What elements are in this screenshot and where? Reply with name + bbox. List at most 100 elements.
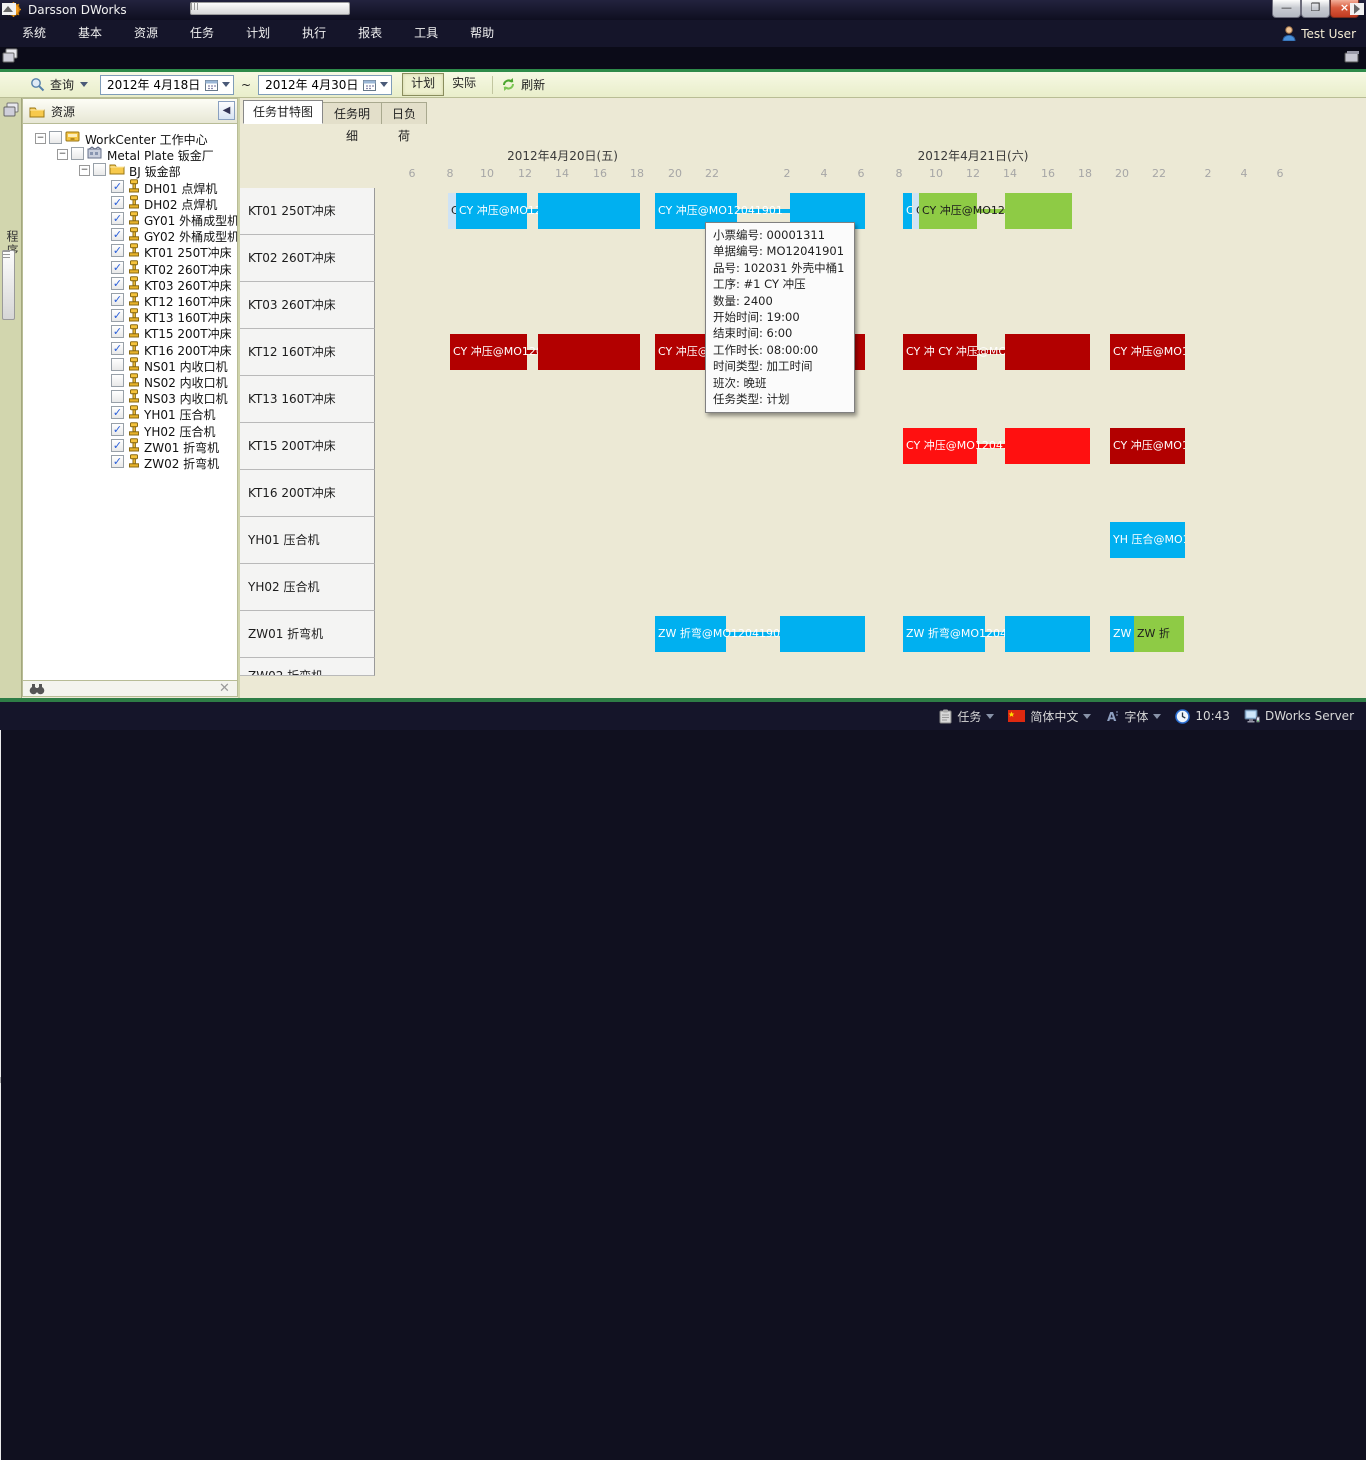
tree-expander-icon[interactable]: − [35,133,46,144]
row-header-KT03[interactable]: KT03 260T冲床 [240,282,375,329]
tree-checkbox[interactable]: ✓ [111,325,124,338]
gantt-tab-2[interactable]: 任务明细 [322,102,382,124]
vertical-scroll-thumb[interactable] [2,250,15,320]
tree-checkbox[interactable] [49,131,62,144]
row-header-KT13[interactable]: KT13 160T冲床 [240,376,375,423]
tree-item-NS01[interactable]: NS01 内收口机 [23,357,238,373]
task-bar[interactable]: CY 冲压@MO12041902 [919,193,977,229]
find-icon[interactable] [29,683,45,695]
task-bar[interactable]: C [448,193,456,229]
date-to-dropdown-icon[interactable] [380,82,388,87]
tree-item-KT02[interactable]: ✓KT02 260T冲床 [23,260,238,276]
task-bar[interactable]: ZW [1110,616,1134,652]
tree-item-KT01[interactable]: ✓KT01 250T冲床 [23,243,238,259]
tree-checkbox[interactable]: ✓ [111,228,124,241]
task-bar[interactable] [538,334,640,370]
row-header-KT01[interactable]: KT01 250T冲床 [240,188,375,235]
tree-item-NS03[interactable]: NS03 内收口机 [23,389,238,405]
tree-item-KT13[interactable]: ✓KT13 160T冲床 [23,308,238,324]
tree-checkbox[interactable]: ✓ [111,406,124,419]
tree-checkbox[interactable]: ✓ [111,293,124,306]
menu-item-5[interactable]: 计划 [230,20,286,47]
row-header-KT02[interactable]: KT02 260T冲床 [240,235,375,282]
task-bar[interactable] [1005,193,1072,229]
task-bar[interactable]: CY 冲压@MO12041901 [456,193,527,229]
tree-item-WorkCenter[interactable]: −WorkCenter 工作中心 [23,130,238,146]
tree-checkbox[interactable]: ✓ [111,309,124,322]
tree-checkbox[interactable]: ✓ [111,423,124,436]
tree-checkbox[interactable]: ✓ [111,180,124,193]
task-bar[interactable]: CY 冲压@MO12041904 [450,334,527,370]
status-item-clock[interactable]: 10:43 [1175,709,1230,724]
date-from-field[interactable]: 2012年 4月18日 [100,75,234,95]
tree-checkbox[interactable]: ✓ [111,342,124,355]
status-item-task[interactable]: 任务 [939,708,994,725]
tree-checkbox[interactable]: ✓ [111,277,124,290]
menu-item-8[interactable]: 工具 [398,20,454,47]
tree-checkbox[interactable] [111,374,124,387]
task-bar[interactable]: CY 冲压@MO12041903 [903,428,977,464]
tree-item-YH01[interactable]: ✓YH01 压合机 [23,405,238,421]
tree-item-BJ[interactable]: −BJ 钣金部 [23,162,238,178]
task-bar[interactable]: CY 冲压@MO1 [1110,334,1185,370]
task-bar[interactable]: ZW 折 [1134,616,1184,652]
date-from-dropdown-icon[interactable] [222,82,230,87]
task-bar[interactable] [780,616,865,652]
plan-toggle-button[interactable]: 计划 [402,73,444,96]
status-item-server[interactable]: DWorks Server [1244,709,1354,723]
task-bar[interactable]: YH 压合@MO1 [1110,522,1185,558]
horizontal-scroll-thumb[interactable] [190,2,350,15]
menu-item-6[interactable]: 执行 [286,20,342,47]
menu-item-3[interactable]: 资源 [118,20,174,47]
task-bar[interactable] [1005,616,1090,652]
menu-item-9[interactable]: 帮助 [454,20,510,47]
panel-collapse-button[interactable]: ◀ [218,101,235,120]
tree-expander-icon[interactable]: − [57,149,68,160]
tree-checkbox[interactable]: ✓ [111,212,124,225]
task-bar[interactable]: CY 冲 CY 冲压@MO12041904 [903,334,977,370]
tree-checkbox[interactable] [111,358,124,371]
dropdown-caret-icon[interactable] [1083,714,1091,719]
menu-item-2[interactable]: 基本 [62,20,118,47]
search-dropdown-icon[interactable] [80,82,88,87]
task-bar[interactable] [538,193,640,229]
dropdown-caret-icon[interactable] [986,714,994,719]
tree-item-DH01[interactable]: ✓DH01 点焊机 [23,179,238,195]
tree-item-NS02[interactable]: NS02 内收口机 [23,373,238,389]
tree-item-GY02[interactable]: ✓GY02 外桶成型机 [23,227,238,243]
tree-checkbox[interactable]: ✓ [111,439,124,452]
tree-item-KT03[interactable]: ✓KT03 260T冲床 [23,276,238,292]
row-header-KT12[interactable]: KT12 160T冲床 [240,329,375,376]
minimize-button[interactable]: — [1272,0,1301,18]
dropdown-caret-icon[interactable] [1153,714,1161,719]
date-to-field[interactable]: 2012年 4月30日 [258,75,392,95]
window-stack-icon[interactable] [2,48,19,64]
scroll-up-button[interactable] [2,3,14,15]
row-header-YH02[interactable]: YH02 压合机 [240,564,375,611]
tree-checkbox[interactable]: ✓ [111,244,124,257]
row-header-YH01[interactable]: YH01 压合机 [240,517,375,564]
task-bar[interactable] [1005,428,1090,464]
row-header-ZW01[interactable]: ZW01 折弯机 [240,611,375,658]
menu-item-7[interactable]: 报表 [342,20,398,47]
gantt-tab-1[interactable]: 任务甘特图 [243,100,323,124]
task-bar[interactable]: C [903,193,912,229]
tree-checkbox[interactable]: ✓ [111,196,124,209]
menu-item-1[interactable]: 系统 [6,20,62,47]
tree-checkbox[interactable] [111,390,124,403]
tree-item-GY01[interactable]: ✓GY01 外桶成型机 [23,211,238,227]
row-header-KT16[interactable]: KT16 200T冲床 [240,470,375,517]
task-bar[interactable]: ZW 折弯@MO12041901 [903,616,985,652]
actual-toggle-button[interactable]: 实际 [444,74,484,95]
refresh-button[interactable]: 刷新 [521,76,545,93]
program-panel-icon[interactable] [3,102,20,118]
task-bar[interactable] [1005,334,1090,370]
tree-item-YH02[interactable]: ✓YH02 压合机 [23,422,238,438]
tree-expander-icon[interactable]: − [79,165,90,176]
scroll-right-button[interactable] [1350,3,1364,15]
panel-close-icon[interactable]: ✕ [219,681,230,696]
status-item-font[interactable]: A字体 [1105,708,1161,725]
restore-button[interactable]: ❐ [1301,0,1330,18]
tree-item-DH02[interactable]: ✓DH02 点焊机 [23,195,238,211]
tree-checkbox[interactable]: ✓ [111,455,124,468]
